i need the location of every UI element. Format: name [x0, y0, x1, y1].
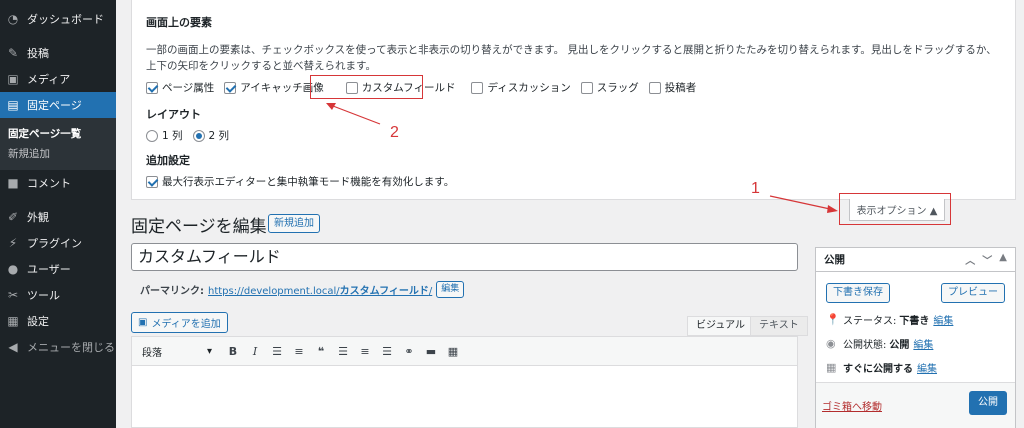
eye-icon: ◉ [826, 337, 836, 350]
align-center-icon[interactable]: ≡ [354, 345, 376, 358]
chevron-up-icon[interactable]: ︿ [965, 252, 975, 267]
link-icon[interactable]: ⚭ [398, 345, 420, 358]
schedule-label: すぐに公開する [843, 364, 913, 375]
save-draft-button[interactable]: 下書き保存 [826, 283, 890, 303]
add-media-button[interactable]: ▣ メディアを追加 [131, 312, 228, 333]
tab-text[interactable]: テキスト [750, 316, 808, 336]
chevron-down-icon[interactable]: ﹀ [982, 252, 992, 267]
align-left-icon[interactable]: ☰ [332, 345, 354, 358]
publish-controls: ︿ ﹀ ▲ [958, 252, 1007, 267]
format-select[interactable]: 段落 ▾ [138, 343, 216, 359]
annotation-number-1: 1 [751, 180, 760, 197]
tab-visual[interactable]: ビジュアル [687, 316, 754, 336]
bullet-list-icon[interactable]: ☰ [266, 345, 288, 358]
status-row: 📍 ステータス: 下書き 編集 [826, 312, 953, 327]
triangle-up-icon[interactable]: ▲ [999, 252, 1007, 267]
quote-icon[interactable]: ❝ [310, 345, 332, 358]
preview-button[interactable]: プレビュー [941, 283, 1005, 303]
calendar-icon: ▦ [826, 361, 837, 374]
permalink-link[interactable]: https://development.local/カスタムフィールド/ [208, 282, 432, 297]
permalink-label: パーマリンク: [140, 286, 204, 297]
annotation-highlight-screen-options [839, 193, 951, 225]
page-title: 固定ページを編集 [131, 217, 267, 237]
editor-toolbar: 段落 ▾ B I ☰ ≡ ❝ ☰ ≡ ☰ ⚭ ▬ ▦ [132, 337, 797, 366]
status-edit-link[interactable]: 編集 [933, 312, 953, 327]
toolbar-toggle-icon[interactable]: ▦ [442, 345, 464, 358]
permalink-end: / [428, 286, 433, 297]
publish-box: 公開 ︿ ﹀ ▲ 下書き保存 プレビュー 📍 ステータス: 下書き 編集 ◉ 公… [815, 247, 1016, 428]
annotation-number-2: 2 [390, 124, 399, 141]
chevron-down-icon: ▾ [206, 345, 212, 357]
bold-icon[interactable]: B [222, 345, 244, 358]
align-right-icon[interactable]: ☰ [376, 345, 398, 358]
numbered-list-icon[interactable]: ≡ [288, 345, 310, 358]
read-more-icon[interactable]: ▬ [420, 345, 442, 358]
format-select-value: 段落 [142, 347, 162, 359]
publish-button[interactable]: 公開 [969, 391, 1007, 415]
content-editor[interactable]: 段落 ▾ B I ☰ ≡ ❝ ☰ ≡ ☰ ⚭ ▬ ▦ [131, 336, 798, 428]
permalink-row: パーマリンク: https://development.local/カスタムフィ… [140, 281, 465, 298]
pin-icon: 📍 [826, 313, 840, 326]
permalink-base: https://development.local/ [208, 286, 340, 297]
schedule-row: ▦ すぐに公開する 編集 [826, 360, 937, 375]
visibility-edit-link[interactable]: 編集 [913, 336, 933, 351]
add-media-label: メディアを追加 [151, 319, 221, 330]
title-input[interactable]: カスタムフィールド [131, 243, 798, 271]
status-label: ステータス: [843, 316, 897, 327]
move-to-trash-link[interactable]: ゴミ箱へ移動 [822, 398, 882, 413]
publish-footer: ゴミ箱へ移動 公開 [816, 382, 1015, 428]
status-value: 下書き [899, 316, 930, 327]
visibility-label: 公開状態: [843, 340, 887, 351]
publish-header[interactable]: 公開 ︿ ﹀ ▲ [816, 248, 1015, 272]
visibility-value: 公開 [889, 340, 910, 351]
visibility-row: ◉ 公開状態: 公開 編集 [826, 336, 933, 351]
permalink-slug: カスタムフィールド [339, 286, 429, 297]
add-new-button[interactable]: 新規追加 [268, 214, 320, 233]
media-add-icon: ▣ [138, 317, 148, 328]
permalink-edit-button[interactable]: 編集 [436, 281, 465, 298]
italic-icon[interactable]: I [244, 345, 266, 358]
publish-heading: 公開 [824, 254, 845, 266]
schedule-edit-link[interactable]: 編集 [917, 360, 937, 375]
